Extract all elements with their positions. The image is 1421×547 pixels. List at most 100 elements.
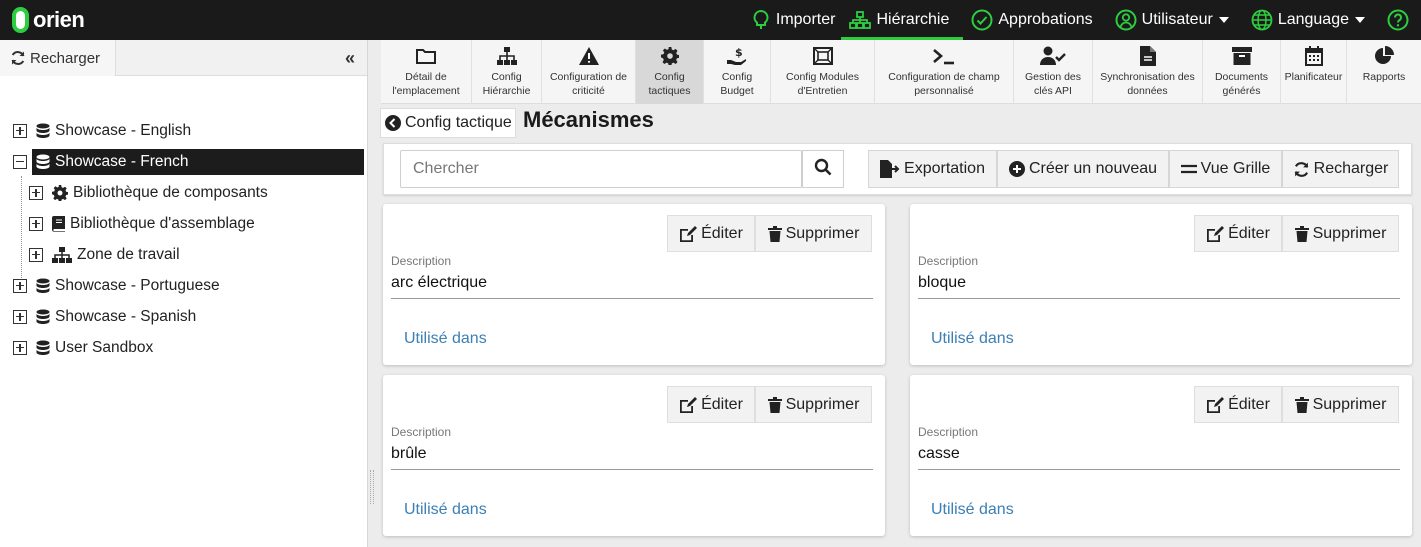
description-label: Description <box>918 425 979 439</box>
tab-api-keys[interactable]: Gestion des clés API <box>1014 40 1093 104</box>
delete-button[interactable]: Supprimer <box>1282 215 1399 252</box>
expand-icon[interactable] <box>13 340 27 355</box>
create-new-label: Créer un nouveau <box>1028 160 1158 177</box>
grid-view-button[interactable]: Vue Grille <box>1169 150 1282 188</box>
tree-item-label: Showcase - French <box>55 152 189 170</box>
edit-icon <box>679 225 698 242</box>
tab-reports[interactable]: Rapports <box>1347 40 1421 104</box>
nav-hierarchie[interactable]: Hiérarchie <box>841 0 964 40</box>
tab-scheduler[interactable]: Planificateur <box>1281 40 1347 104</box>
database-icon <box>36 340 50 356</box>
edit-button[interactable]: Éditer <box>1194 386 1282 423</box>
tree-item-showcase-french[interactable]: Showcase - French <box>13 146 364 177</box>
nav-importer[interactable]: Importer <box>743 0 842 40</box>
trash-icon <box>767 225 782 242</box>
check-circle-icon <box>971 9 993 31</box>
tree-item-workspace[interactable]: Zone de travail <box>29 239 186 270</box>
tree-item-showcase-spanish[interactable]: Showcase - Spanish <box>13 301 202 332</box>
tab-data-sync[interactable]: Synchronisation des données <box>1093 40 1203 104</box>
tree-item-label: User Sandbox <box>55 338 154 356</box>
mechanism-card: Éditer Supprimer Description bloque Util… <box>910 204 1412 365</box>
sidebar-header: Recharger « <box>0 40 367 76</box>
database-icon <box>36 278 50 294</box>
collapse-sidebar-icon[interactable]: « <box>345 48 355 69</box>
pane-resize-handle[interactable] <box>370 470 374 504</box>
equals-icon <box>1180 163 1197 175</box>
export-label: Exportation <box>904 160 985 177</box>
description-label: Description <box>391 425 452 439</box>
budget-hand-icon: $ <box>726 45 748 67</box>
tab-location-detail[interactable]: Détail de l'emplacement <box>381 40 472 104</box>
user-check-icon <box>1040 45 1066 67</box>
nav-language[interactable]: Language <box>1243 0 1379 40</box>
tab-hierarchy-config[interactable]: Config Hiérarchie <box>472 40 542 104</box>
expand-icon[interactable] <box>13 278 27 293</box>
module-frame-icon <box>812 45 833 67</box>
brand-logo[interactable]: orien <box>12 0 85 40</box>
grid-view-label: Vue Grille <box>1200 160 1271 177</box>
top-nav-menu: Importer Hiérarchie Approbations Utilisa… <box>743 0 1421 40</box>
edit-button[interactable]: Éditer <box>1194 215 1282 252</box>
used-in-link[interactable]: Utilisé dans <box>931 330 1014 348</box>
logo-mark-icon <box>12 7 29 33</box>
delete-button[interactable]: Supprimer <box>755 386 872 423</box>
refresh-icon <box>10 50 26 66</box>
nav-importer-label: Importer <box>775 11 836 28</box>
pie-chart-icon <box>1374 45 1394 67</box>
mechanism-card: Éditer Supprimer Description casse Utili… <box>910 375 1412 536</box>
tab-criticality-config[interactable]: Configuration de criticité <box>542 40 636 104</box>
edit-icon <box>1206 225 1225 242</box>
description-label: Description <box>391 254 452 268</box>
mechanism-card: Éditer Supprimer Description arc électri… <box>383 204 885 365</box>
create-new-button[interactable]: Créer un nouveau <box>997 150 1169 188</box>
used-in-link[interactable]: Utilisé dans <box>404 501 487 519</box>
folder-icon <box>416 45 436 67</box>
used-in-link[interactable]: Utilisé dans <box>404 330 487 348</box>
delete-button[interactable]: Supprimer <box>755 215 872 252</box>
nav-utilisateur[interactable]: Utilisateur <box>1107 0 1243 40</box>
tree-item-component-library[interactable]: Bibliothèque de composants <box>29 177 274 208</box>
trash-icon <box>1294 225 1309 242</box>
used-in-link[interactable]: Utilisé dans <box>931 501 1014 519</box>
nav-approbations[interactable]: Approbations <box>963 0 1106 40</box>
reload-button[interactable]: Recharger <box>1282 150 1399 188</box>
edit-button[interactable]: Éditer <box>667 386 755 423</box>
search-input[interactable] <box>400 150 802 188</box>
expand-icon[interactable] <box>29 247 43 262</box>
tree-item-user-sandbox[interactable]: User Sandbox <box>13 332 159 363</box>
tab-budget-config[interactable]: $ Config Budget <box>704 40 771 104</box>
collapse-icon[interactable] <box>13 154 27 169</box>
trash-icon <box>1294 396 1309 413</box>
delete-button[interactable]: Supprimer <box>1282 386 1399 423</box>
tree-item-label: Bibliothèque de composants <box>73 183 268 201</box>
tree-item-label: Zone de travail <box>77 245 180 263</box>
expand-icon[interactable] <box>13 309 27 324</box>
expand-icon[interactable] <box>29 216 43 231</box>
tab-maintenance-modules-config[interactable]: Config Modules d'Entretien <box>771 40 875 104</box>
tree-item-showcase-portuguese[interactable]: Showcase - Portuguese <box>13 270 226 301</box>
nav-approbations-label: Approbations <box>998 11 1093 28</box>
tree-item-assembly-library[interactable]: Bibliothèque d'assemblage <box>29 208 261 239</box>
plus-circle-icon <box>1008 161 1025 177</box>
sidebar-reload-label: Recharger <box>30 49 101 67</box>
tab-tactics-config[interactable]: Config tactiques <box>636 40 704 104</box>
expand-icon[interactable] <box>13 123 27 138</box>
top-navbar: orien Importer Hiérarchie Approbations U… <box>0 0 1421 40</box>
database-icon <box>36 309 50 325</box>
description-value: arc électrique <box>391 274 873 299</box>
sitemap-icon <box>849 11 872 29</box>
export-button[interactable]: Exportation <box>868 150 997 188</box>
edit-button[interactable]: Éditer <box>667 215 755 252</box>
back-button[interactable]: Config tactique <box>380 108 516 138</box>
tab-custom-field-config[interactable]: Configuration de champ personnalisé <box>875 40 1014 104</box>
expand-icon[interactable] <box>29 185 43 200</box>
tab-generated-documents[interactable]: Documents générés <box>1203 40 1281 104</box>
nav-help[interactable] <box>1379 0 1421 40</box>
globe-icon <box>1251 9 1273 31</box>
sidebar-reload-button[interactable]: Recharger <box>0 40 116 76</box>
search-button[interactable] <box>802 150 844 188</box>
tree-item-showcase-english[interactable]: Showcase - English <box>13 115 197 146</box>
nav-language-label: Language <box>1277 11 1349 28</box>
warning-icon <box>578 45 600 67</box>
description-value: casse <box>918 445 1400 470</box>
